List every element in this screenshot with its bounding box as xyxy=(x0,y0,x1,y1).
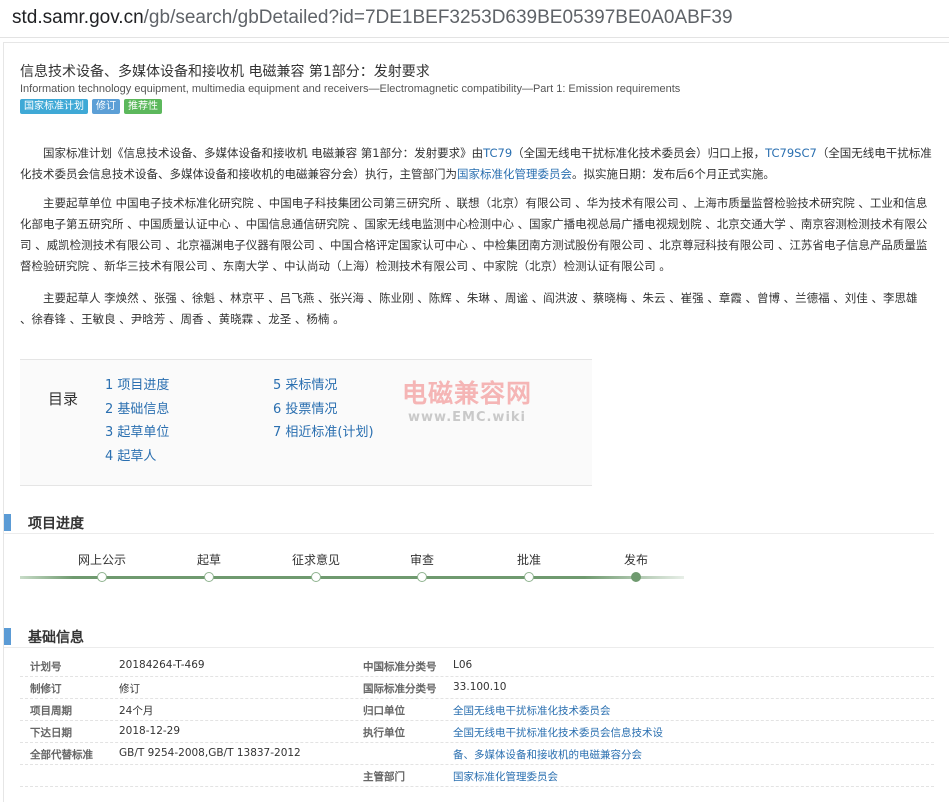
basic-info-section-title: 基础信息 xyxy=(28,630,84,646)
toc-item-drafting-units[interactable]: 3 起草单位 xyxy=(105,421,169,445)
intro-paragraph: 国家标准计划《信息技术设备、多媒体设备和接收机 电磁兼容 第1部分：发射要求》由… xyxy=(20,143,932,185)
standard-detail-page: 信息技术设备、多媒体设备和接收机 电磁兼容 第1部分：发射要求 Informat… xyxy=(3,42,949,802)
url-text[interactable]: std.samr.gov.cn/gb/search/gbDetailed?id=… xyxy=(12,7,733,29)
toc-column-2: 5 采标情况 6 投票情况 7 相近标准(计划) xyxy=(273,374,374,445)
field-key: 项目周期 xyxy=(30,705,72,717)
progress-timeline: 网上公示 起草 征求意见 审查 批准 发布 xyxy=(20,551,684,591)
step-label: 审查 xyxy=(409,553,434,567)
field-value: 20184264-T-469 xyxy=(119,659,205,671)
field-key: 执行单位 xyxy=(363,727,405,739)
table-row: 项目周期 24个月 归口单位 全国无线电干扰标准化技术委员会 xyxy=(20,700,934,721)
url-path: /gb/search/gbDetailed?id=7DE1BEF3253D639… xyxy=(143,7,733,28)
toc-item-drafters[interactable]: 4 起草人 xyxy=(105,445,169,469)
table-row: 计划号 20184264-T-469 中国标准分类号 L06 xyxy=(20,656,934,677)
table-row: 下达日期 2018-12-29 执行单位 全国无线电干扰标准化技术委员会信息技术… xyxy=(20,722,934,743)
progress-step: 批准 xyxy=(489,551,569,582)
competent-dept-link[interactable]: 国家标准化管理委员会 xyxy=(453,769,558,784)
url-host: std.samr.gov.cn xyxy=(12,7,144,28)
field-value: 修订 xyxy=(119,683,140,695)
step-dot xyxy=(97,572,107,582)
step-dot xyxy=(417,572,427,582)
step-label: 发布 xyxy=(623,553,648,567)
section-accent-bar xyxy=(4,628,11,645)
field-key: 主管部门 xyxy=(363,771,405,783)
step-label: 批准 xyxy=(516,553,541,567)
browser-address-bar[interactable]: std.samr.gov.cn/gb/search/gbDetailed?id=… xyxy=(0,0,949,38)
toc-column-1: 1 项目进度 2 基础信息 3 起草单位 4 起草人 xyxy=(105,374,169,468)
watermark: 电磁兼容网 www.EMC.wiki xyxy=(402,374,532,425)
toc-item-basic-info[interactable]: 2 基础信息 xyxy=(105,398,169,422)
page-title-english: Information technology equipment, multim… xyxy=(20,83,681,95)
tc79-link[interactable]: TC79 xyxy=(483,146,512,160)
field-value: GB/T 9254-2008,GB/T 13837-2012 xyxy=(119,747,301,759)
progress-step: 征求意见 xyxy=(276,551,356,582)
field-value: 24个月 xyxy=(119,705,154,717)
field-key: 中国标准分类号 xyxy=(363,661,437,673)
tc79sc7-link[interactable]: TC79SC7 xyxy=(765,146,817,160)
drafting-units-paragraph: 主要起草单位 中国电子技术标准化研究院 、中国电子科技集团公司第三研究所 、联想… xyxy=(20,196,928,273)
field-key: 制修订 xyxy=(30,683,62,695)
step-dot xyxy=(311,572,321,582)
field-value: L06 xyxy=(453,659,473,671)
progress-step: 网上公示 xyxy=(62,551,142,582)
intro-text-2: （全国无线电干扰标准化技术委员会）归口上报， xyxy=(512,146,766,160)
drafters-paragraph: 主要起草人 李焕然 、张强 、徐魁 、林京平 、吕飞燕 、张兴海 、陈业刚 、陈… xyxy=(20,291,918,326)
step-dot xyxy=(204,572,214,582)
field-key: 全部代替标准 xyxy=(30,749,93,761)
table-row: 制修订 修订 国际标准分类号 33.100.10 xyxy=(20,678,934,699)
section-accent-bar xyxy=(4,514,11,531)
badge-recommended: 推荐性 xyxy=(124,99,162,114)
table-of-contents: 目录 1 项目进度 2 基础信息 3 起草单位 4 起草人 5 采标情况 6 投… xyxy=(20,359,592,486)
dept-link[interactable]: 国家标准化管理委员会 xyxy=(457,167,572,181)
watermark-cn: 电磁兼容网 xyxy=(402,379,533,408)
progress-step: 审查 xyxy=(382,551,462,582)
watermark-en: www.EMC.wiki xyxy=(408,410,526,425)
badge-revision: 修订 xyxy=(92,99,120,114)
badge-plan: 国家标准计划 xyxy=(20,99,88,114)
field-value: 33.100.10 xyxy=(453,681,507,693)
field-key: 下达日期 xyxy=(30,727,72,739)
toc-item-voting[interactable]: 6 投票情况 xyxy=(273,398,374,422)
intro-text-4: 。拟实施日期：发布后6个月正式实施。 xyxy=(572,167,775,181)
progress-section-title: 项目进度 xyxy=(28,516,84,532)
toc-label: 目录 xyxy=(48,390,79,408)
progress-section-header: 项目进度 xyxy=(4,512,934,534)
responsible-unit-link[interactable]: 全国无线电干扰标准化技术委员会 xyxy=(453,703,611,718)
table-row: 主管部门 国家标准化管理委员会 xyxy=(20,766,934,787)
executing-unit-link-cont[interactable]: 备、多媒体设备和接收机的电磁兼容分会 xyxy=(453,747,642,762)
executing-unit-link[interactable]: 全国无线电干扰标准化技术委员会信息技术设 xyxy=(453,725,663,740)
step-dot-current xyxy=(631,572,641,582)
toc-item-progress[interactable]: 1 项目进度 xyxy=(105,374,169,398)
step-dot xyxy=(524,572,534,582)
field-value: 2018-12-29 xyxy=(119,725,181,737)
intro-text-1: 国家标准计划《信息技术设备、多媒体设备和接收机 电磁兼容 第1部分：发射要求》由 xyxy=(43,146,484,160)
field-key: 计划号 xyxy=(30,661,62,673)
step-label: 征求意见 xyxy=(291,553,340,567)
toc-item-adoption[interactable]: 5 采标情况 xyxy=(273,374,374,398)
step-label: 网上公示 xyxy=(77,553,126,567)
basic-info-section-header: 基础信息 xyxy=(4,626,934,648)
page-title: 信息技术设备、多媒体设备和接收机 电磁兼容 第1部分：发射要求 xyxy=(20,64,430,80)
table-row: 全部代替标准 GB/T 9254-2008,GB/T 13837-2012 备、… xyxy=(20,744,934,765)
toc-item-similar[interactable]: 7 相近标准(计划) xyxy=(273,421,374,445)
progress-step: 起草 xyxy=(169,551,249,582)
progress-step-current: 发布 xyxy=(596,551,676,582)
step-label: 起草 xyxy=(196,553,221,567)
badge-group: 国家标准计划 修订 推荐性 xyxy=(20,99,162,114)
field-key: 归口单位 xyxy=(363,705,405,717)
field-key: 国际标准分类号 xyxy=(363,683,437,695)
